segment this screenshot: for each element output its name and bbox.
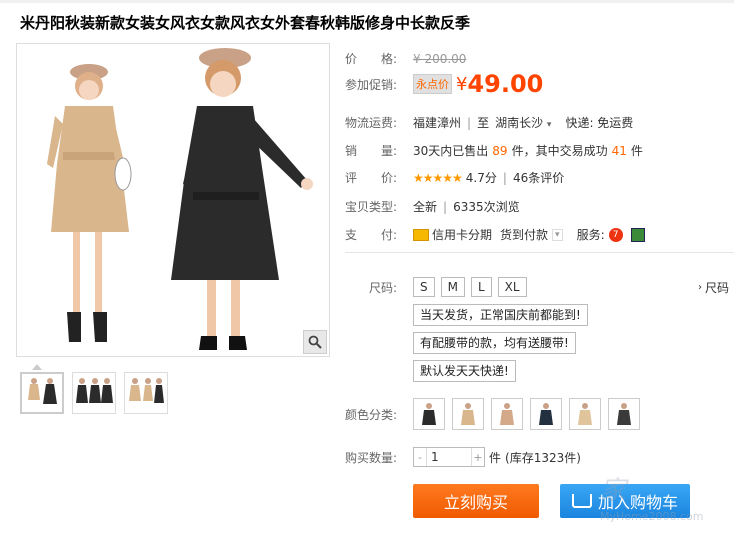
item-condition: 全新 [413, 200, 438, 214]
thumbnail-strip [20, 372, 168, 414]
ship-to-prefix: 至 [477, 116, 490, 130]
promo-tag: 永点价 [413, 74, 452, 94]
original-price-row: 价 格: ¥ 200.00 [345, 50, 466, 67]
original-price: ¥ 200.00 [413, 51, 467, 66]
ship-to-selector[interactable]: 湖南长沙 ▾ [495, 114, 551, 131]
thumbnail-indicator [32, 364, 42, 370]
product-photo [47, 48, 313, 350]
note-1: 当天发货，正常国庆前都能到! [413, 304, 588, 326]
size-option-l[interactable]: L [470, 277, 492, 297]
size-option-xl[interactable]: XL [497, 277, 527, 297]
color-option-6[interactable] [608, 398, 640, 430]
main-product-image[interactable] [16, 43, 330, 357]
sales-text: 30天内已售出 [413, 144, 489, 158]
promo-price-label: 参加促销: [345, 77, 398, 92]
magnifier-icon [308, 335, 322, 349]
seven-day-return-icon: 7 [608, 227, 623, 242]
thumbnail-photo [28, 378, 57, 404]
size-label: 尺码: [368, 280, 397, 295]
product-title: 米丹阳秋装新款女装女风衣女款风衣女外套春秋韩版修身中长款反季 [20, 14, 471, 32]
thumbnail-photo [76, 378, 113, 403]
section-divider [345, 252, 734, 253]
thumbnail-photo [129, 378, 164, 403]
color-label: 颜色分类: [345, 407, 398, 422]
note-3: 默认发天天快递! [413, 360, 516, 382]
currency-symbol: ¥ [456, 73, 468, 95]
chevron-right-icon: › [698, 282, 702, 293]
zoom-button[interactable] [303, 330, 327, 354]
size-option-s[interactable]: S [413, 277, 435, 297]
quantity-row: 购买数量: - 1 + 件 (库存1323件) [345, 447, 581, 467]
stock-count: (库存1323件) [505, 450, 581, 465]
reviews-link[interactable]: 46条评价 [513, 169, 564, 186]
top-divider [0, 0, 734, 3]
quantity-stepper: - 1 + [413, 447, 485, 467]
ship-from: 福建漳州 [413, 116, 462, 130]
quantity-input[interactable]: 1 [426, 448, 472, 466]
quantity-unit: 件 [489, 450, 502, 465]
chevron-down-icon[interactable]: ▾ [552, 228, 563, 241]
guarantee-icon [630, 227, 645, 242]
sales-text: 件，其中交易成功 [511, 144, 608, 158]
color-option-4[interactable] [530, 398, 562, 430]
shipping-row: 物流运费: 福建漳州 | 至 湖南长沙 ▾ 快递: 免运费 [345, 114, 634, 131]
credit-card-icon [413, 228, 429, 241]
color-option-3[interactable] [491, 398, 523, 430]
note-2: 有配腰带的款，均有送腰带! [413, 332, 576, 354]
cart-icon [571, 494, 592, 508]
payment-label: 支 付: [345, 228, 398, 242]
item-type-label: 宝贝类型: [345, 200, 398, 214]
buy-now-button[interactable]: 立刻购买 [413, 484, 539, 518]
sales-label: 销 量: [345, 144, 398, 158]
thumbnail-1[interactable] [20, 372, 64, 414]
quantity-label: 购买数量: [345, 450, 398, 465]
quantity-increase-button[interactable]: + [472, 451, 484, 464]
rating-row: 评 价: ★★★★★ 4.7分 | 46条评价 [345, 169, 565, 186]
watermark-logo: 家 [600, 476, 627, 506]
sales-row: 销 量: 30天内已售出 89 件，其中交易成功 41 件 [345, 142, 643, 159]
success-count: 41 [611, 143, 627, 158]
size-chart-link[interactable]: › 尺码 [698, 279, 729, 296]
payment-row: 支 付: 信用卡分期 货到付款 ▾ 服务: 7 [345, 226, 645, 243]
credit-installment-link[interactable]: 信用卡分期 [432, 226, 492, 243]
view-count: 6335次浏览 [453, 200, 520, 214]
current-price: 49.00 [467, 70, 544, 98]
original-price-label: 价 格: [345, 52, 398, 66]
service-label: 服务: [576, 228, 605, 242]
thumbnail-2[interactable] [72, 372, 116, 414]
promo-price-row: 参加促销: 永点价 ¥ 49.00 [345, 70, 543, 98]
rating-score: 4.7分 [465, 171, 497, 185]
color-option-2[interactable] [452, 398, 484, 430]
sales-text: 件 [630, 144, 643, 158]
quantity-decrease-button[interactable]: - [414, 451, 426, 464]
thumbnail-3[interactable] [124, 372, 168, 414]
watermark-site: MyHome2008.com [600, 510, 704, 523]
star-rating-icon: ★★★★★ [413, 170, 463, 185]
chevron-down-icon: ▾ [546, 120, 552, 130]
size-chart-text: 尺码 [705, 281, 730, 295]
size-row: 尺码: S M L XL [345, 277, 533, 297]
color-option-1[interactable] [413, 398, 445, 430]
rating-label: 评 价: [345, 171, 398, 185]
item-type-row: 宝贝类型: 全新 | 6335次浏览 [345, 199, 520, 215]
size-option-m[interactable]: M [440, 277, 465, 297]
ship-to: 湖南长沙 [495, 116, 544, 130]
express-fee: 快递: 免运费 [565, 116, 634, 130]
shipping-label: 物流运费: [345, 116, 398, 130]
sold-count: 89 [492, 143, 508, 158]
color-option-5[interactable] [569, 398, 601, 430]
cod-link[interactable]: 货到付款 [500, 226, 548, 243]
color-row: 颜色分类: [345, 398, 647, 430]
